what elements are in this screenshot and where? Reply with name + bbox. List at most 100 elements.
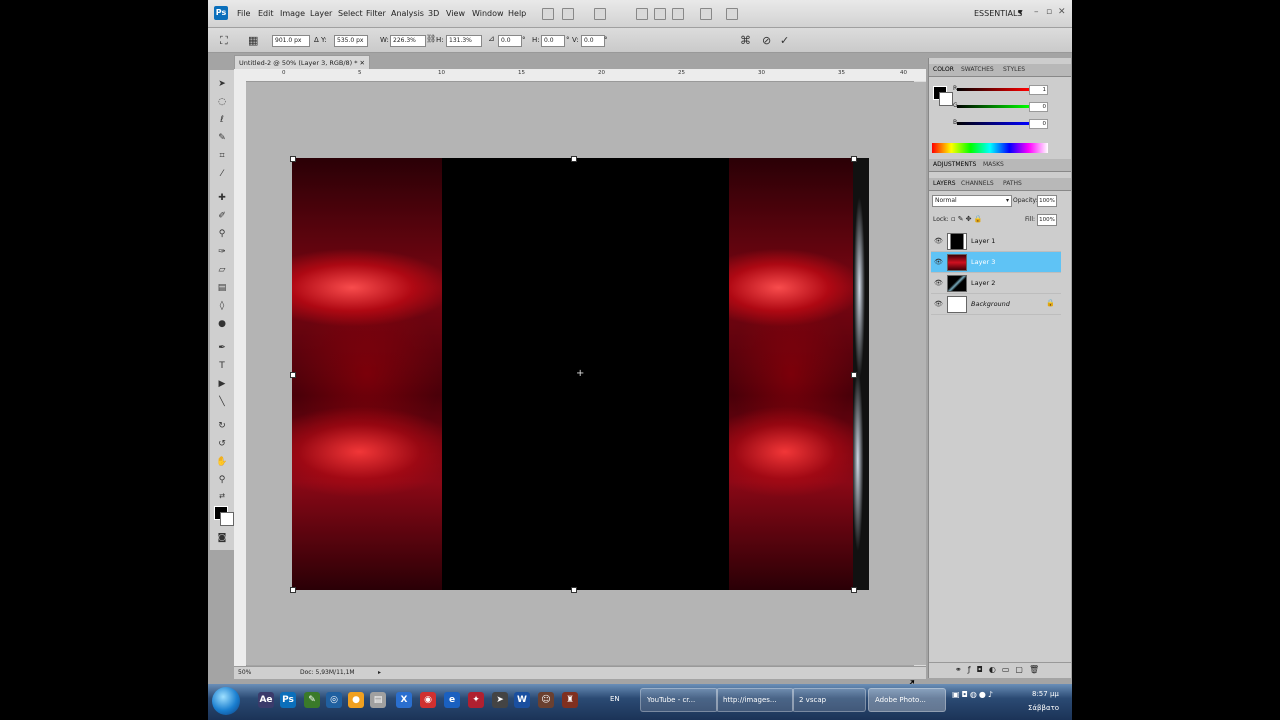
visibility-eye-icon[interactable]: 👁 (934, 300, 943, 308)
minimize-button[interactable]: – (1034, 7, 1039, 17)
red-slider[interactable] (957, 88, 1029, 91)
layer-row-background[interactable]: 👁 Background 🔒 (931, 294, 1061, 315)
zoom-level[interactable]: 50% (238, 667, 251, 679)
taskbar-button-youtube[interactable]: YouTube - cr... (640, 688, 718, 712)
close-button[interactable]: ✕ (1058, 7, 1066, 17)
bridge-icon[interactable] (542, 8, 554, 20)
layer-row-layer-2[interactable]: 👁 Layer 2 (931, 273, 1061, 294)
path-selection-tool-icon[interactable]: ▶ (216, 378, 228, 390)
eraser-tool-icon[interactable]: ▱ (216, 264, 228, 276)
pen-tool-icon[interactable]: ✒ (216, 342, 228, 354)
y-position-field[interactable]: 535.0 px (334, 35, 368, 47)
transform-handle[interactable] (290, 587, 296, 593)
menu-analysis[interactable]: Analysis (391, 9, 424, 18)
layer-action-icons[interactable]: ⚭ƒ◘◐▭▢🗑 (955, 665, 1045, 674)
close-document-icon[interactable]: ✕ (360, 56, 365, 70)
transform-handle[interactable] (851, 156, 857, 162)
reference-point-icon[interactable]: ▦ (248, 34, 258, 47)
height-field[interactable]: 131.3% (446, 35, 482, 47)
dodge-tool-icon[interactable]: ● (216, 318, 228, 330)
zoom-tool-icon[interactable] (654, 8, 666, 20)
menu-view[interactable]: View (446, 9, 465, 18)
quick-select-tool-icon[interactable]: ✎ (216, 132, 228, 144)
tab-swatches[interactable]: SWATCHES (961, 66, 994, 73)
tab-layers[interactable]: LAYERS (933, 180, 956, 187)
cursor-app-icon[interactable]: ➤ (492, 692, 508, 708)
commit-transform-icon[interactable]: ✓ (780, 34, 789, 47)
eyedropper-tool-icon[interactable]: ⁄ (216, 168, 228, 180)
transform-handle[interactable] (290, 156, 296, 162)
transform-handle[interactable] (290, 372, 296, 378)
shape-tool-icon[interactable]: ╲ (216, 396, 228, 408)
document-tab[interactable]: Untitled-2 @ 50% (Layer 3, RGB/8) * ✕ (234, 55, 370, 70)
visibility-eye-icon[interactable]: 👁 (934, 237, 943, 245)
color-background-swatch[interactable] (939, 92, 953, 106)
cancel-transform-icon[interactable]: ⊘ (762, 34, 771, 47)
chrome-icon[interactable]: ◉ (420, 692, 436, 708)
vertical-skew-field[interactable]: 0.0 (581, 35, 605, 47)
excel-icon[interactable]: X (396, 692, 412, 708)
move-tool-icon[interactable]: ➤ (216, 78, 228, 90)
green-value[interactable]: 0 (1029, 102, 1048, 112)
quick-mask-icon[interactable]: ◙ (216, 532, 228, 544)
screen-mode-icon[interactable] (700, 8, 712, 20)
visibility-eye-icon[interactable]: 👁 (934, 279, 943, 287)
blue-slider[interactable] (957, 122, 1029, 125)
status-menu-arrow-icon[interactable]: ▸ (378, 667, 381, 679)
menu-file[interactable]: File (237, 9, 250, 18)
arrange-documents-icon[interactable] (562, 8, 574, 20)
visibility-eye-icon[interactable]: 👁 (934, 258, 943, 266)
type-tool-icon[interactable]: T (216, 360, 228, 372)
user-app-icon[interactable]: ☺ (538, 692, 554, 708)
internet-explorer-icon[interactable]: e (444, 692, 460, 708)
language-indicator[interactable]: EN (610, 695, 620, 703)
extras-icon[interactable] (726, 8, 738, 20)
maximize-button[interactable]: ▫ (1046, 7, 1052, 17)
layer-row-layer-1[interactable]: 👁 Layer 1 (931, 231, 1061, 252)
blue-value[interactable]: 0 (1029, 119, 1048, 129)
canvas-area[interactable]: + ➚ (246, 82, 926, 690)
width-field[interactable]: 226.3% (390, 35, 426, 47)
camtasia-icon[interactable]: ✎ (304, 692, 320, 708)
history-brush-tool-icon[interactable]: ✑ (216, 246, 228, 258)
firefox-icon[interactable]: ● (348, 692, 364, 708)
clone-stamp-tool-icon[interactable]: ⚲ (216, 228, 228, 240)
brush-tool-icon[interactable]: ✐ (216, 210, 228, 222)
tab-paths[interactable]: PATHS (1003, 180, 1022, 187)
marquee-tool-icon[interactable]: ◌ (216, 96, 228, 108)
taskbar-button-photoshop[interactable]: Adobe Photo... (868, 688, 946, 712)
rotation-field[interactable]: 0.0 (498, 35, 522, 47)
healing-brush-tool-icon[interactable]: ✚ (216, 192, 228, 204)
menu-window[interactable]: Window (472, 9, 504, 18)
workspace-switcher[interactable]: ESSENTIALS (974, 9, 1023, 18)
transform-handle[interactable] (571, 156, 577, 162)
3d-orbit-tool-icon[interactable]: ↺ (216, 438, 228, 450)
lock-icons[interactable]: ▫✎✥🔒 (951, 215, 984, 223)
app-icon[interactable]: ✦ (468, 692, 484, 708)
menu-select[interactable]: Select (338, 9, 363, 18)
transform-center-icon[interactable]: + (576, 368, 584, 379)
swap-colors-icon[interactable]: ⇄ (216, 490, 228, 502)
tab-channels[interactable]: CHANNELS (961, 180, 994, 187)
color-spectrum-bar[interactable] (932, 143, 1048, 153)
word-icon[interactable]: W (514, 692, 530, 708)
warp-mode-icon[interactable]: ⌘ (740, 34, 751, 47)
transform-handle[interactable] (851, 372, 857, 378)
tab-styles[interactable]: STYLES (1003, 66, 1025, 73)
blend-mode-select[interactable]: Normal ▾ (932, 195, 1012, 207)
zoom-level-icon[interactable] (594, 8, 606, 20)
tab-masks[interactable]: MASKS (983, 161, 1004, 168)
menu-filter[interactable]: Filter (366, 9, 386, 18)
gradient-tool-icon[interactable]: ▤ (216, 282, 228, 294)
crop-tool-icon[interactable]: ⌗ (216, 150, 228, 162)
clock-day[interactable]: Σάββατο (1028, 704, 1059, 712)
3d-rotate-tool-icon[interactable]: ↻ (216, 420, 228, 432)
menu-image[interactable]: Image (280, 9, 305, 18)
green-slider[interactable] (957, 105, 1029, 108)
hand-tool-icon[interactable] (636, 8, 648, 20)
menu-edit[interactable]: Edit (258, 9, 274, 18)
taskbar-button-vscap[interactable]: 2 vscap (792, 688, 866, 712)
hand-tool-icon[interactable]: ✋ (216, 456, 228, 468)
tab-adjustments[interactable]: ADJUSTMENTS (933, 161, 976, 168)
background-color-swatch[interactable] (220, 512, 234, 526)
